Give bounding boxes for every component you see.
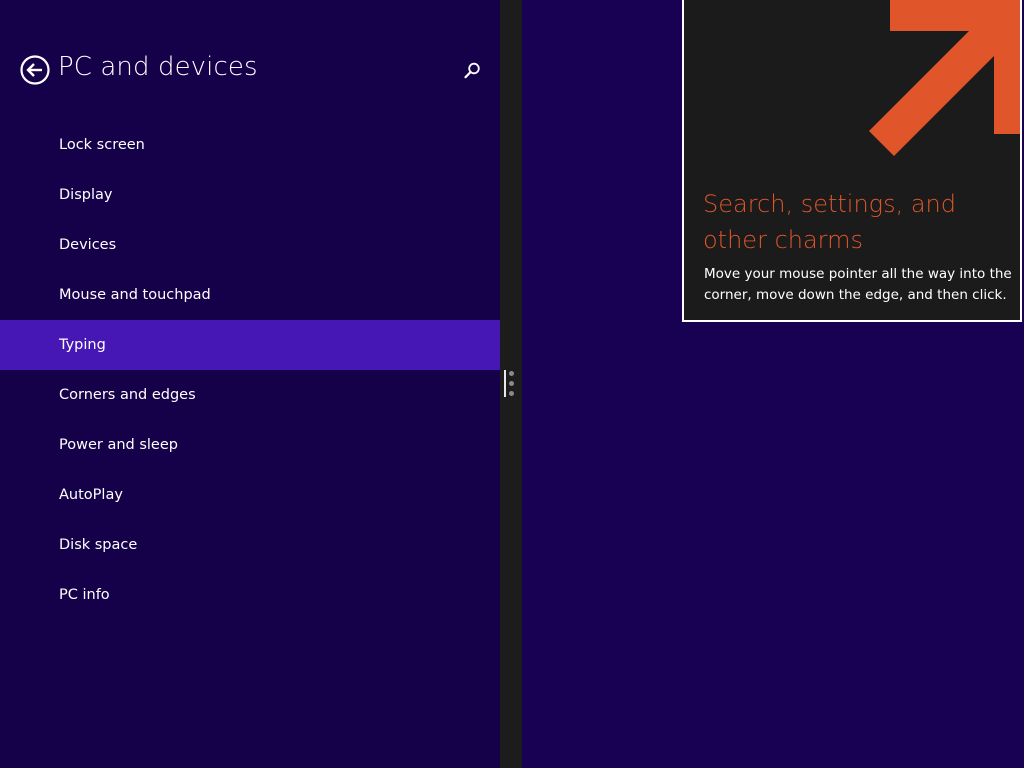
nav-item-typing[interactable]: Typing [0,320,500,370]
splitter-handle-line [504,370,506,397]
back-arrow-circle-icon [20,55,50,85]
nav-item-devices[interactable]: Devices [0,220,500,270]
snap-splitter[interactable] [500,0,522,768]
page-title: PC and devices [58,52,258,82]
nav-item-mouse-and-touchpad[interactable]: Mouse and touchpad [0,270,500,320]
nav-item-display[interactable]: Display [0,170,500,220]
settings-pane: PC and devices Lock screen Display Devic… [0,0,500,768]
splitter-grip-dot [509,371,514,376]
nav-item-lock-screen[interactable]: Lock screen [0,120,500,170]
nav-item-autoplay[interactable]: AutoPlay [0,470,500,520]
screen: PC and devices Lock screen Display Devic… [0,0,1024,768]
splitter-grip-dot [509,381,514,386]
back-button[interactable] [20,55,50,85]
charms-tip-card: Search, settings, and other charms Move … [682,0,1022,322]
search-button[interactable] [462,61,482,81]
search-icon [464,62,480,79]
nav-item-disk-space[interactable]: Disk space [0,520,500,570]
nav-item-power-and-sleep[interactable]: Power and sleep [0,420,500,470]
splitter-grip-dot [509,391,514,396]
settings-nav-list: Lock screen Display Devices Mouse and to… [0,120,500,620]
arrow-up-right-icon [869,0,1020,156]
tip-title: Search, settings, and other charms [703,190,956,254]
nav-item-pc-info[interactable]: PC info [0,570,500,620]
tip-body: Move your mouse pointer all the way into… [704,266,1012,303]
nav-item-corners-and-edges[interactable]: Corners and edges [0,370,500,420]
